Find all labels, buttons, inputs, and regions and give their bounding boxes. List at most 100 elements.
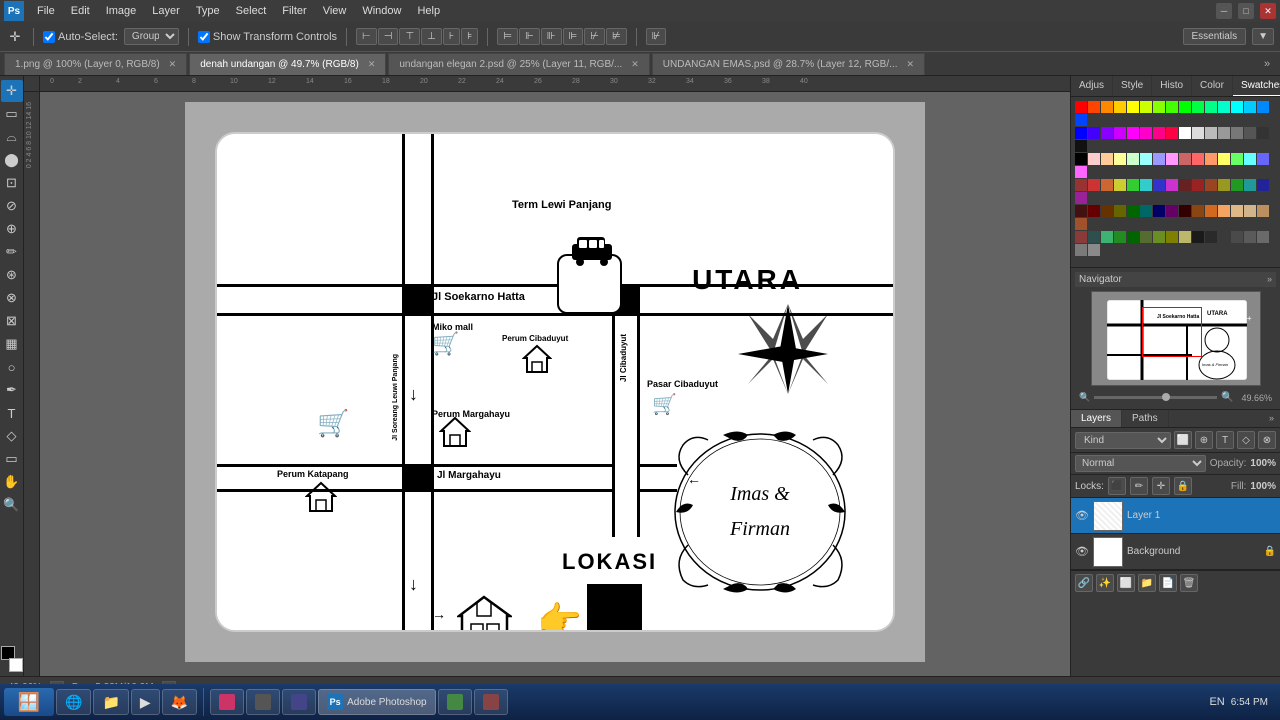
- brush-tool[interactable]: ✏: [1, 241, 23, 263]
- menu-file[interactable]: File: [30, 3, 62, 19]
- tab-undangan[interactable]: undangan elegan 2.psd @ 25% (Layer 11, R…: [388, 53, 649, 75]
- layer-filter-pixel[interactable]: ⬜: [1174, 431, 1192, 449]
- swatch-46[interactable]: [1257, 153, 1269, 165]
- swatch-30[interactable]: [1257, 127, 1269, 139]
- swatch-34[interactable]: [1101, 153, 1113, 165]
- layer-filter-adjust[interactable]: ⊕: [1195, 431, 1213, 449]
- swatch-48[interactable]: [1075, 179, 1087, 191]
- dist-1-btn[interactable]: ⊨: [497, 28, 518, 45]
- swatch-37[interactable]: [1140, 153, 1152, 165]
- swatch-47[interactable]: [1075, 166, 1087, 178]
- swatch-64[interactable]: [1075, 205, 1087, 217]
- swatch-26[interactable]: [1205, 127, 1217, 139]
- transform-controls-checkbox[interactable]: Show Transform Controls: [198, 31, 337, 43]
- menu-filter[interactable]: Filter: [275, 3, 313, 19]
- paths-tab[interactable]: Paths: [1122, 410, 1169, 427]
- taskbar-photoshop[interactable]: Ps Adobe Photoshop: [318, 689, 436, 715]
- layer-filter-shape[interactable]: ◇: [1237, 431, 1255, 449]
- align-middle-btn[interactable]: ⊦: [443, 28, 460, 45]
- menu-type[interactable]: Type: [189, 3, 227, 19]
- swatch-68[interactable]: [1127, 205, 1139, 217]
- taskbar-app5[interactable]: [474, 689, 508, 715]
- swatch-76[interactable]: [1231, 205, 1243, 217]
- swatch-52[interactable]: [1127, 179, 1139, 191]
- swatch-14[interactable]: [1257, 101, 1269, 113]
- swatch-57[interactable]: [1192, 179, 1204, 191]
- swatch-51[interactable]: [1114, 179, 1126, 191]
- taskbar-app4[interactable]: [438, 689, 472, 715]
- swatch-71[interactable]: [1166, 205, 1178, 217]
- swatch-93[interactable]: [1244, 231, 1256, 243]
- minimize-btn[interactable]: ─: [1216, 3, 1232, 19]
- swatch-81[interactable]: [1088, 231, 1100, 243]
- swatch-17[interactable]: [1088, 127, 1100, 139]
- dist-5-btn[interactable]: ⊬: [584, 28, 605, 45]
- swatch-82[interactable]: [1101, 231, 1113, 243]
- tab-emas-close[interactable]: ✕: [906, 59, 914, 70]
- taskbar-app2[interactable]: [246, 689, 280, 715]
- swatch-88[interactable]: [1179, 231, 1191, 243]
- tab-1png[interactable]: 1.png @ 100% (Layer 0, RGB/8) ✕: [4, 53, 187, 75]
- swatch-29[interactable]: [1244, 127, 1256, 139]
- align-bottom-btn[interactable]: ⊧: [461, 28, 478, 45]
- menu-layer[interactable]: Layer: [145, 3, 187, 19]
- layer-row-1[interactable]: 👁 Layer 1: [1071, 498, 1280, 534]
- maximize-btn[interactable]: □: [1238, 3, 1254, 19]
- swatch-72[interactable]: [1179, 205, 1191, 217]
- swatch-18[interactable]: [1101, 127, 1113, 139]
- swatch-12[interactable]: [1231, 101, 1243, 113]
- swatch-2[interactable]: [1101, 101, 1113, 113]
- new-group-btn[interactable]: 📁: [1138, 574, 1156, 592]
- workspace-dropdown-btn[interactable]: ▼: [1252, 28, 1274, 45]
- opacity-value[interactable]: 100%: [1250, 458, 1276, 469]
- delete-layer-btn[interactable]: 🗑: [1180, 574, 1198, 592]
- tab-denah-close[interactable]: ✕: [368, 59, 376, 70]
- layer-bg-visibility[interactable]: 👁: [1075, 545, 1089, 559]
- eraser-tool[interactable]: ⊠: [1, 310, 23, 332]
- crop-tool[interactable]: ⊡: [1, 172, 23, 194]
- add-mask-btn[interactable]: ⬜: [1117, 574, 1135, 592]
- swatch-62[interactable]: [1257, 179, 1269, 191]
- swatch-15[interactable]: [1075, 114, 1087, 126]
- navigator-collapse[interactable]: »: [1267, 274, 1272, 285]
- swatch-86[interactable]: [1153, 231, 1165, 243]
- swatch-66[interactable]: [1101, 205, 1113, 217]
- lock-transparent-btn[interactable]: ⬛: [1108, 477, 1126, 495]
- swatch-44[interactable]: [1231, 153, 1243, 165]
- layer-1-visibility[interactable]: 👁: [1075, 509, 1089, 523]
- taskbar-firefox[interactable]: 🦊: [162, 689, 197, 715]
- swatch-91[interactable]: [1218, 231, 1230, 243]
- swatch-28[interactable]: [1231, 127, 1243, 139]
- menu-help[interactable]: Help: [410, 3, 447, 19]
- swatch-16[interactable]: [1075, 127, 1087, 139]
- path-tool[interactable]: ◇: [1, 425, 23, 447]
- lock-move-btn[interactable]: ✛: [1152, 477, 1170, 495]
- swatch-19[interactable]: [1114, 127, 1126, 139]
- align-right-btn[interactable]: ⊤: [399, 28, 420, 45]
- layer-filter-type[interactable]: T: [1216, 431, 1234, 449]
- zoom-out-icon[interactable]: 🔍: [1079, 392, 1090, 403]
- swatch-8[interactable]: [1179, 101, 1191, 113]
- taskbar-folder[interactable]: 📁: [93, 689, 128, 715]
- lock-paint-btn[interactable]: ✏: [1130, 477, 1148, 495]
- tab-emas[interactable]: UNDANGAN EMAS.psd @ 28.7% (Layer 12, RGB…: [652, 53, 925, 75]
- tab-denah[interactable]: denah undangan @ 49.7% (RGB/8) ✕: [189, 53, 386, 75]
- tab-adjust[interactable]: Adjus: [1071, 76, 1113, 96]
- swatch-25[interactable]: [1192, 127, 1204, 139]
- select-rect-tool[interactable]: ▭: [1, 103, 23, 125]
- menu-window[interactable]: Window: [355, 3, 408, 19]
- start-button[interactable]: 🪟: [4, 688, 54, 716]
- zoom-slider[interactable]: [1094, 396, 1217, 399]
- align-top-btn[interactable]: ⊥: [421, 28, 442, 45]
- swatch-9[interactable]: [1192, 101, 1204, 113]
- swatch-0[interactable]: [1075, 101, 1087, 113]
- lasso-tool[interactable]: ⌓: [1, 126, 23, 148]
- gradient-tool[interactable]: ▦: [1, 333, 23, 355]
- tab-undangan-close[interactable]: ✕: [631, 59, 639, 70]
- canvas-scroll[interactable]: Term Lewi Panjang Jl Soekarno Hatta Jl C…: [40, 92, 1070, 676]
- swatch-59[interactable]: [1218, 179, 1230, 191]
- swatch-87[interactable]: [1166, 231, 1178, 243]
- eyedropper-tool[interactable]: ⊘: [1, 195, 23, 217]
- swatch-20[interactable]: [1127, 127, 1139, 139]
- dist-3-btn[interactable]: ⊪: [541, 28, 562, 45]
